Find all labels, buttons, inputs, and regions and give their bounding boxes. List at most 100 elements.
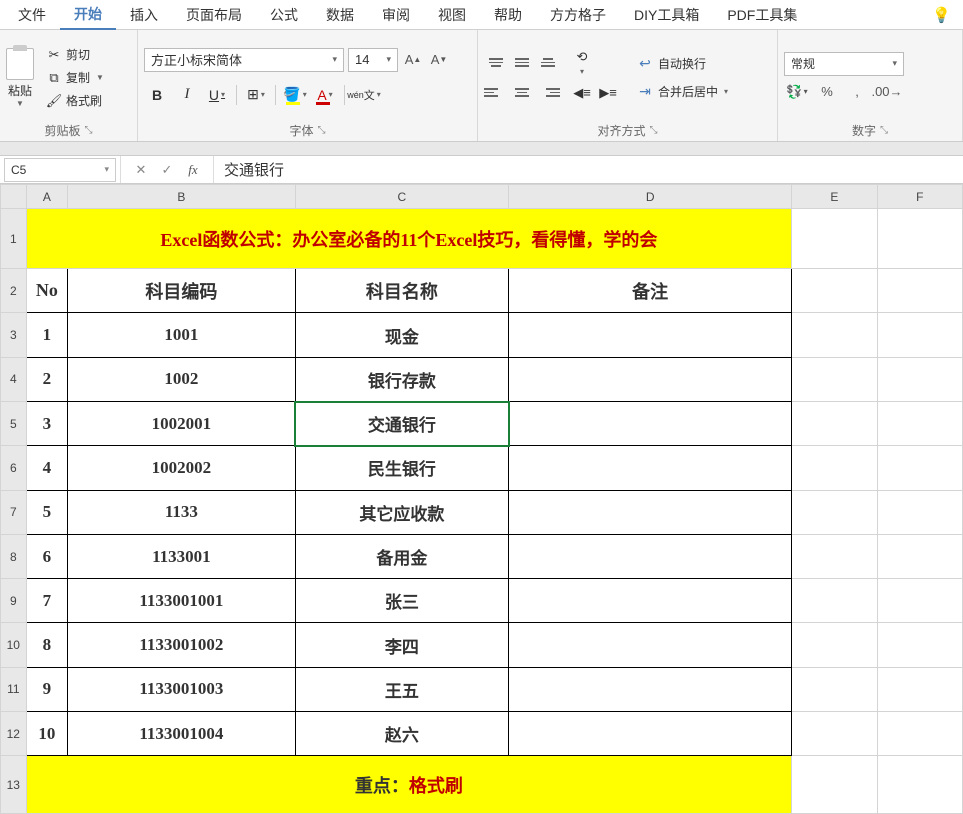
data-cell-code[interactable]: 1133 (68, 490, 295, 534)
data-cell-name[interactable]: 其它应收款 (295, 490, 509, 534)
data-cell-no[interactable]: 6 (26, 534, 68, 578)
data-cell-no[interactable]: 10 (26, 711, 68, 755)
insert-function-button[interactable]: fx (183, 162, 203, 178)
underline-button[interactable]: U▾ (204, 82, 230, 108)
align-top-button[interactable] (484, 51, 508, 75)
cell[interactable] (877, 623, 962, 667)
cell[interactable] (877, 711, 962, 755)
data-cell-note[interactable] (509, 623, 792, 667)
data-cell-note[interactable] (509, 402, 792, 446)
cell[interactable] (877, 446, 962, 490)
border-button[interactable]: ⊞▾ (243, 82, 269, 108)
data-cell-code[interactable]: 1002002 (68, 446, 295, 490)
accounting-format-button[interactable]: 💱▾ (784, 80, 810, 104)
row-header[interactable]: 7 (1, 490, 27, 534)
font-name-select[interactable]: 方正小标宋简体 ▾ (144, 48, 344, 72)
row-header[interactable]: 5 (1, 402, 27, 446)
cell[interactable] (792, 711, 877, 755)
data-cell-code[interactable]: 1133001003 (68, 667, 295, 711)
row-header[interactable]: 12 (1, 711, 27, 755)
data-cell-note[interactable] (509, 667, 792, 711)
row-header[interactable]: 9 (1, 579, 27, 623)
align-center-button[interactable] (510, 81, 534, 105)
cell[interactable] (792, 209, 877, 269)
cell[interactable] (792, 490, 877, 534)
col-header-d[interactable]: D (509, 185, 792, 209)
data-cell-no[interactable]: 8 (26, 623, 68, 667)
cut-button[interactable]: ✂ 剪切 (42, 44, 108, 65)
data-cell-no[interactable]: 9 (26, 667, 68, 711)
row-header[interactable]: 3 (1, 313, 27, 357)
data-cell-no[interactable]: 4 (26, 446, 68, 490)
data-cell-no[interactable]: 1 (26, 313, 68, 357)
cell[interactable] (792, 534, 877, 578)
italic-button[interactable]: I (174, 82, 200, 108)
data-cell-note[interactable] (509, 313, 792, 357)
cell[interactable] (792, 579, 877, 623)
wrap-text-button[interactable]: ↩ 自动换行 (632, 53, 732, 75)
row-header[interactable]: 2 (1, 269, 27, 313)
title-cell[interactable]: Excel函数公式：办公室必备的11个Excel技巧，看得懂，学的会 (26, 209, 792, 269)
header-cell-note[interactable]: 备注 (509, 269, 792, 313)
decrease-font-button[interactable]: A▼ (428, 48, 450, 72)
data-cell-no[interactable]: 7 (26, 579, 68, 623)
menu-review[interactable]: 审阅 (368, 1, 424, 29)
confirm-formula-button[interactable]: ✓ (157, 162, 177, 178)
data-cell-no[interactable]: 3 (26, 402, 68, 446)
cell[interactable] (877, 357, 962, 401)
menu-pdf[interactable]: PDF工具集 (713, 1, 811, 29)
data-cell-note[interactable] (509, 446, 792, 490)
data-cell-code[interactable]: 1133001002 (68, 623, 295, 667)
data-cell-name[interactable]: 李四 (295, 623, 509, 667)
data-cell-no[interactable]: 2 (26, 357, 68, 401)
data-cell-note[interactable] (509, 534, 792, 578)
menu-diy[interactable]: DIY工具箱 (620, 1, 713, 29)
orientation-button[interactable]: ⟲▾ (570, 51, 594, 75)
merge-center-button[interactable]: ⇥ 合并后居中 ▾ (632, 81, 732, 103)
col-header-f[interactable]: F (877, 185, 962, 209)
menu-view[interactable]: 视图 (424, 1, 480, 29)
cell[interactable] (877, 269, 962, 313)
copy-button[interactable]: ⧉ 复制 ▼ (42, 67, 108, 88)
cell[interactable] (792, 402, 877, 446)
menu-file[interactable]: 文件 (4, 1, 60, 29)
percent-format-button[interactable]: % (814, 80, 840, 104)
cell[interactable] (792, 667, 877, 711)
col-header-c[interactable]: C (295, 185, 509, 209)
row-header[interactable]: 10 (1, 623, 27, 667)
cell[interactable] (792, 446, 877, 490)
cell[interactable] (877, 313, 962, 357)
spreadsheet-grid[interactable]: A B C D E F 1 Excel函数公式：办公室必备的11个Excel技巧… (0, 184, 963, 814)
format-painter-button[interactable]: 🖌 格式刷 (42, 90, 108, 111)
data-cell-name[interactable]: 交通银行 (295, 402, 509, 446)
data-cell-name[interactable]: 赵六 (295, 711, 509, 755)
header-cell-code[interactable]: 科目编码 (68, 269, 295, 313)
cell[interactable] (877, 756, 962, 814)
align-bottom-button[interactable] (536, 51, 560, 75)
data-cell-name[interactable]: 民生银行 (295, 446, 509, 490)
header-cell-no[interactable]: No (26, 269, 68, 313)
data-cell-no[interactable]: 5 (26, 490, 68, 534)
data-cell-code[interactable]: 1133001001 (68, 579, 295, 623)
decrease-indent-button[interactable]: ◀≡ (570, 81, 594, 105)
dialog-launcher-icon[interactable]: ⤡ (650, 125, 658, 136)
data-cell-note[interactable] (509, 579, 792, 623)
row-header[interactable]: 6 (1, 446, 27, 490)
col-header-b[interactable]: B (68, 185, 295, 209)
menu-data[interactable]: 数据 (312, 1, 368, 29)
dialog-launcher-icon[interactable]: ⤡ (318, 125, 326, 136)
cell[interactable] (877, 402, 962, 446)
data-cell-note[interactable] (509, 490, 792, 534)
font-color-button[interactable]: A▾ (312, 82, 338, 108)
data-cell-code[interactable]: 1133001 (68, 534, 295, 578)
row-header[interactable]: 1 (1, 209, 27, 269)
formula-input[interactable]: 交通银行 (214, 156, 963, 183)
row-header[interactable]: 8 (1, 534, 27, 578)
data-cell-name[interactable]: 现金 (295, 313, 509, 357)
cell[interactable] (792, 269, 877, 313)
cell[interactable] (877, 667, 962, 711)
paste-button[interactable]: 粘贴 ▼ (6, 48, 34, 108)
cell[interactable] (877, 579, 962, 623)
cell[interactable] (792, 357, 877, 401)
select-all-corner[interactable] (1, 185, 27, 209)
